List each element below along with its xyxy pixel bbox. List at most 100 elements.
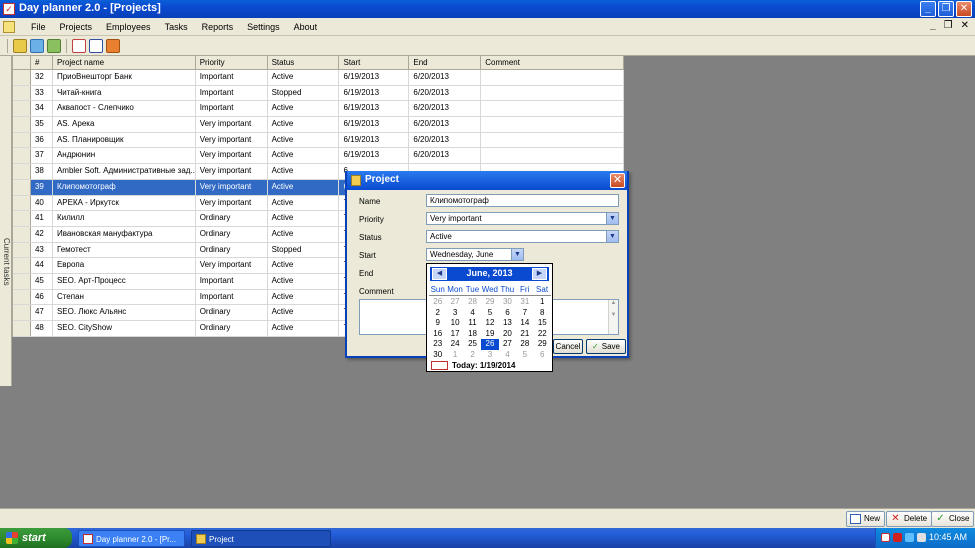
row-selector[interactable]	[13, 289, 31, 305]
column-header-project-name[interactable]: Project name	[53, 56, 196, 69]
row-selector[interactable]	[13, 226, 31, 242]
cancel-button[interactable]: Cancel	[553, 339, 583, 354]
calendar-day[interactable]: 14	[516, 318, 533, 329]
calendar-day[interactable]: 23	[429, 339, 446, 350]
row-status[interactable]: Active	[268, 273, 340, 289]
row-comment[interactable]	[481, 148, 625, 164]
row-status[interactable]: Active	[268, 132, 340, 148]
calendar-day[interactable]: 28	[464, 297, 481, 308]
calendar-day[interactable]: 17	[446, 329, 463, 340]
table-row[interactable]: 36 AS. Планировщик Very important Active 6/1…	[13, 132, 625, 149]
row-status[interactable]: Stopped	[268, 85, 340, 101]
restore-button[interactable]: ❐	[938, 1, 954, 17]
row-project-name[interactable]: ПриоВнешторг Банк	[53, 70, 196, 85]
close-button[interactable]: ✓ Close	[931, 511, 975, 527]
row-project-name[interactable]: Клипомотограф	[52, 179, 196, 195]
row-status[interactable]: Active	[268, 101, 340, 117]
tray-planner-icon[interactable]	[881, 533, 890, 542]
calendar-day[interactable]: 20	[499, 329, 516, 340]
row-priority[interactable]: Ordinary	[196, 211, 268, 226]
tray-security-icon[interactable]	[893, 533, 902, 542]
row-number[interactable]: 37	[31, 148, 53, 164]
priority-select[interactable]: Very important ▼	[426, 212, 619, 225]
calendar-day[interactable]: 21	[516, 329, 533, 340]
row-number[interactable]: 43	[31, 242, 53, 258]
calendar-day[interactable]: 18	[464, 329, 481, 340]
row-comment[interactable]	[481, 101, 625, 117]
table-row[interactable]: 33 Читай-книга Important Stopped 6/19/2013 6/…	[13, 85, 625, 102]
row-project-name[interactable]: Андрюнин	[53, 148, 196, 164]
save-button[interactable]: ✓ Save	[586, 339, 626, 354]
row-status[interactable]: Active	[268, 195, 340, 211]
row-project-name[interactable]: Килилл	[53, 211, 196, 226]
column-header-number[interactable]: #	[31, 56, 53, 69]
start-button[interactable]: start	[0, 528, 72, 548]
row-priority[interactable]: Very important	[196, 132, 268, 148]
menu-about[interactable]: About	[287, 21, 325, 33]
calendar-day[interactable]: 16	[429, 329, 446, 340]
row-start[interactable]: 6/19/2013	[339, 117, 410, 132]
tasks-toolbar-icon[interactable]	[47, 38, 61, 53]
row-number[interactable]: 34	[31, 101, 53, 117]
row-project-name[interactable]: Аквапост - Слепчико	[53, 101, 196, 117]
row-selector[interactable]	[13, 195, 31, 211]
row-status[interactable]: Active	[268, 211, 340, 226]
row-number[interactable]: 46	[31, 289, 53, 305]
calendar-day[interactable]: 3	[481, 350, 498, 361]
delete-button[interactable]: ✕ Delete	[886, 511, 933, 527]
row-selector[interactable]	[13, 211, 31, 226]
comment-scrollbar[interactable]: ▲ ▼	[608, 300, 618, 334]
report-toolbar-icon[interactable]	[89, 38, 103, 53]
calendar-day[interactable]: 25	[464, 339, 481, 350]
row-selector[interactable]	[13, 321, 31, 336]
table-row[interactable]: 37 Андрюнин Very important Active 6/19/2013 6…	[13, 148, 625, 165]
dialog-close-button[interactable]: ✕	[610, 173, 625, 188]
row-project-name[interactable]: SEO. Люкс Альянс	[53, 305, 196, 320]
row-project-name[interactable]: Степан	[53, 289, 196, 305]
row-selector[interactable]	[13, 258, 31, 273]
row-number[interactable]: 44	[31, 258, 53, 273]
row-project-name[interactable]: AS. Арека	[53, 117, 196, 132]
tray-volume-icon[interactable]	[917, 533, 926, 542]
table-row[interactable]: 35 AS. Арека Very important Active 6/19/2013…	[13, 117, 625, 133]
start-date-picker[interactable]: Wednesday, June ▼	[426, 248, 524, 261]
row-number[interactable]: 33	[31, 85, 53, 101]
column-header-start[interactable]: Start	[339, 56, 410, 69]
row-selector[interactable]	[13, 164, 31, 179]
row-priority[interactable]: Very important	[196, 258, 268, 273]
close-window-button[interactable]: ✕	[956, 1, 972, 17]
mdi-document-icon[interactable]	[3, 21, 15, 33]
row-number[interactable]: 36	[31, 132, 53, 148]
table-row[interactable]: 34 Аквапост - Слепчико Important Active 6/19…	[13, 101, 625, 118]
row-selector[interactable]	[13, 242, 31, 258]
calendar-day[interactable]: 6	[499, 308, 516, 319]
row-project-name[interactable]: AS. Планировщик	[53, 132, 196, 148]
row-end[interactable]: 6/20/2013	[409, 101, 482, 117]
calendar-day[interactable]: 11	[464, 318, 481, 329]
row-priority[interactable]: Ordinary	[196, 305, 268, 320]
row-status[interactable]: Active	[268, 70, 340, 85]
row-status[interactable]: Active	[268, 226, 340, 242]
row-project-name[interactable]: Ивановская мануфактура	[53, 226, 196, 242]
row-end[interactable]: 6/20/2013	[409, 85, 482, 101]
row-comment[interactable]	[481, 70, 625, 85]
row-number[interactable]: 40	[31, 195, 53, 211]
row-status[interactable]: Active	[267, 179, 340, 195]
row-number[interactable]: 42	[31, 226, 53, 242]
current-tasks-tab[interactable]: Current tasks	[0, 56, 12, 386]
mdi-close-icon[interactable]: ✕	[961, 20, 969, 31]
calendar-day[interactable]: 5	[481, 308, 498, 319]
calendar-day[interactable]: 4	[499, 350, 516, 361]
row-priority[interactable]: Very important	[195, 179, 268, 195]
row-project-name[interactable]: SEO. CityShow	[53, 321, 196, 336]
calendar-day[interactable]: 31	[516, 297, 533, 308]
row-status[interactable]: Active	[268, 148, 340, 164]
row-number[interactable]: 38	[31, 164, 53, 179]
calendar-day[interactable]: 27	[499, 339, 516, 350]
calendar-day[interactable]: 26	[429, 297, 446, 308]
minimize-button[interactable]: _	[920, 1, 936, 17]
table-row[interactable]: 32 ПриоВнешторг Банк Important Active 6/19/2…	[13, 70, 625, 86]
column-header-comment[interactable]: Comment	[481, 56, 625, 69]
row-status[interactable]: Active	[268, 164, 340, 179]
projects-toolbar-icon[interactable]	[13, 38, 27, 53]
